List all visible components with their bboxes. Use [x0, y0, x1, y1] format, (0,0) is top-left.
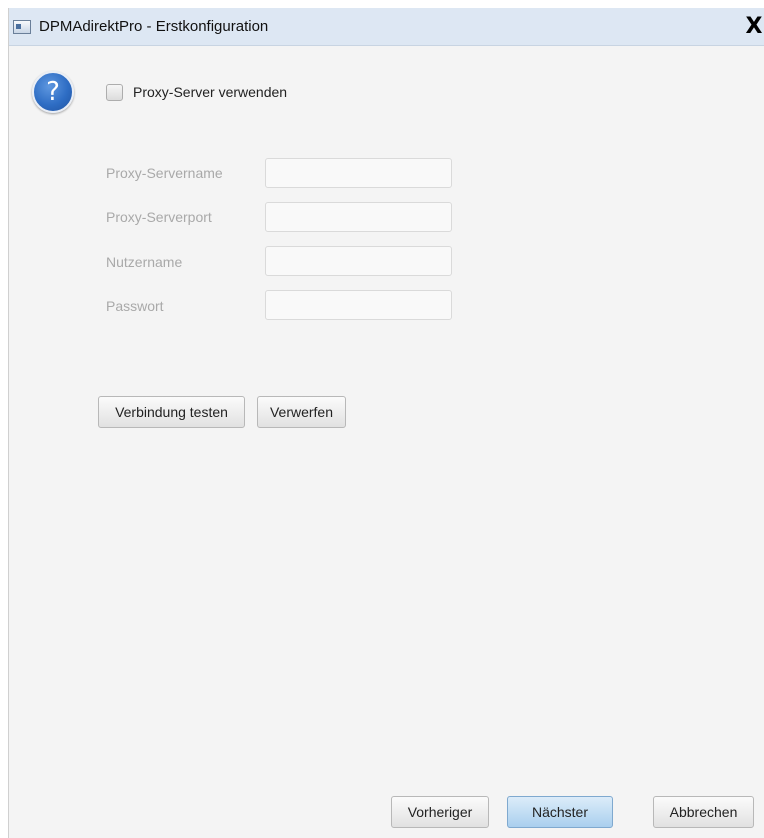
proxy-checkbox[interactable]: [106, 83, 123, 101]
close-icon[interactable]: X: [743, 14, 764, 40]
servername-input[interactable]: [265, 158, 452, 188]
title-bar: DPMAdirektPro - Erstkonfiguration X: [9, 8, 764, 46]
question-icon: ?: [32, 71, 74, 113]
password-input[interactable]: [265, 290, 452, 320]
dialog-window: DPMAdirektPro - Erstkonfiguration X ? Pr…: [8, 8, 764, 838]
previous-button[interactable]: Vorheriger: [391, 796, 489, 828]
username-label: Nutzername: [106, 254, 183, 270]
next-button[interactable]: Nächster: [507, 796, 613, 828]
password-label: Passwort: [106, 298, 164, 314]
cancel-button[interactable]: Abbrechen: [653, 796, 754, 828]
proxy-checkbox-row[interactable]: Proxy-Server verwenden: [106, 82, 287, 102]
window-title: DPMAdirektPro - Erstkonfiguration: [39, 18, 269, 35]
test-connection-button[interactable]: Verbindung testen: [98, 396, 245, 428]
username-input[interactable]: [265, 246, 452, 276]
serverport-input[interactable]: [265, 202, 452, 232]
serverport-label: Proxy-Serverport: [106, 209, 212, 225]
app-window-icon: [13, 20, 31, 34]
proxy-checkbox-label[interactable]: Proxy-Server verwenden: [133, 84, 287, 100]
discard-button[interactable]: Verwerfen: [257, 396, 346, 428]
servername-label: Proxy-Servername: [106, 165, 223, 181]
